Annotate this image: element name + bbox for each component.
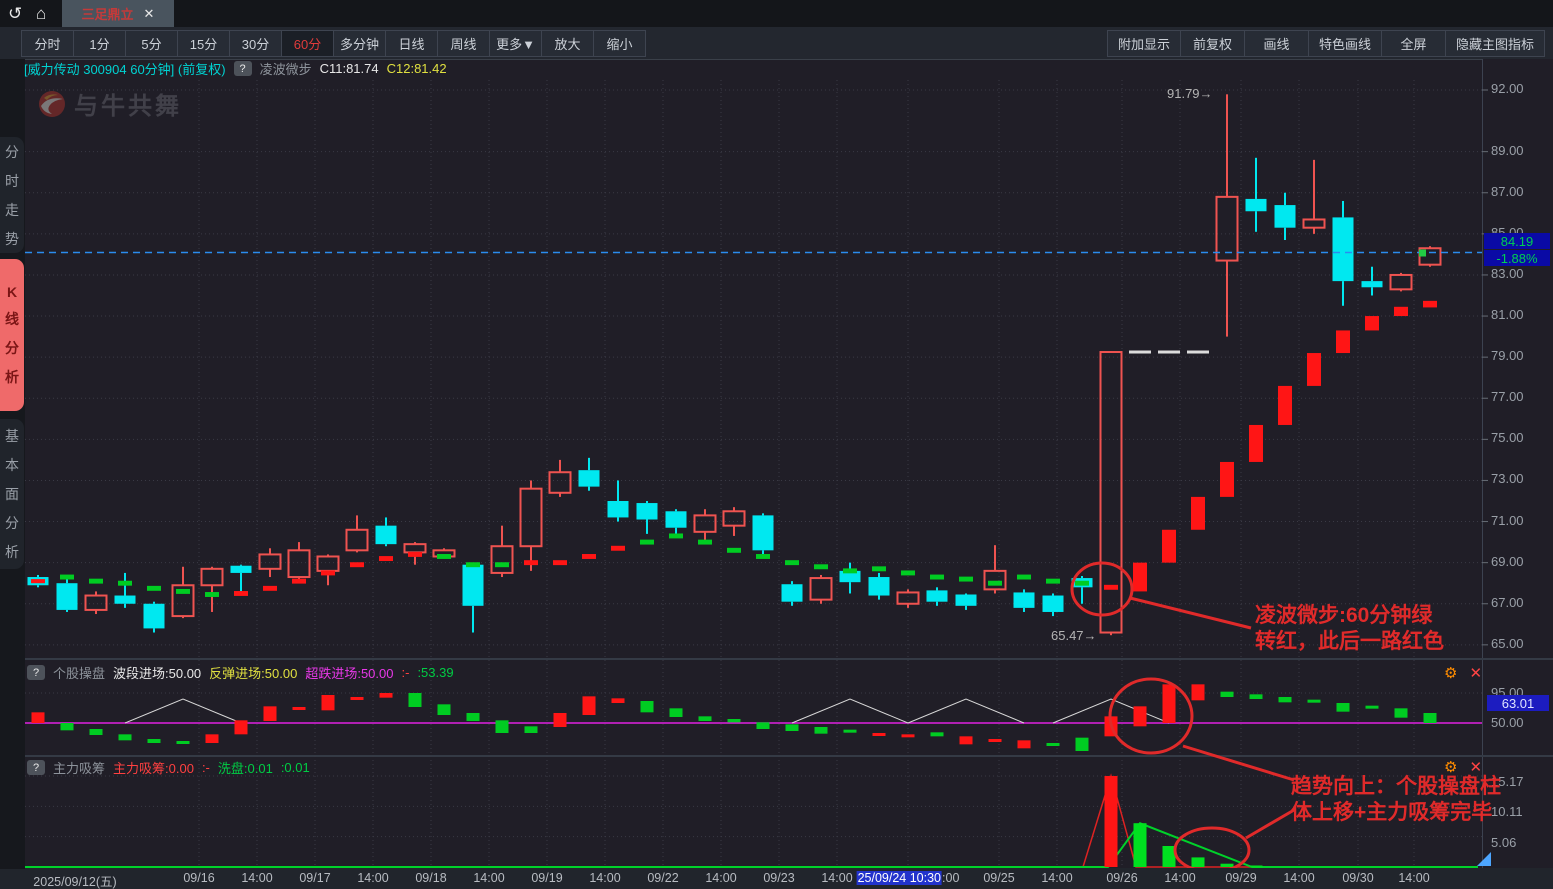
- time-label-09/26: 09/26: [1106, 871, 1137, 885]
- change-percent-badge: -1.88%: [1484, 250, 1550, 266]
- annotation-note-2-line1: 趋势向上：个股操盘柱: [1291, 774, 1501, 800]
- symbol-label: [威力传动 300904 60分钟] (前复权): [24, 59, 226, 78]
- time-label-09/30: 09/30: [1342, 871, 1373, 885]
- chart-canvas: [0, 0, 1553, 889]
- time-label-14:00: 14:00: [1283, 871, 1314, 885]
- indicator-c11-value: C11:81.74: [320, 61, 379, 76]
- time-label-09/16: 09/16: [183, 871, 214, 885]
- price-tick-71.00: 71.00: [1491, 513, 1524, 528]
- time-label-09/25: 09/25: [983, 871, 1014, 885]
- panel3-field3: 洗盘:0.01: [218, 758, 273, 777]
- time-label-25/09/24 10:30: 25/09/24 10:30:00: [857, 871, 960, 885]
- annotation-note-1: 凌波微步:60分钟绿 转红，此后一路红色: [1255, 603, 1444, 655]
- panel2-name: 个股操盘: [53, 663, 105, 682]
- price-tick-87.00: 87.00: [1491, 184, 1524, 199]
- indicator-name: 凌波微步: [260, 59, 312, 78]
- info-bar: [威力传动 300904 60分钟] (前复权) ? 凌波微步 C11:81.7…: [24, 59, 447, 78]
- arrow-right-icon: →: [1200, 86, 1213, 101]
- panel2-field1: 波段进场:50.00: [113, 663, 201, 682]
- low-price-value: 65.47: [1051, 628, 1084, 643]
- time-axis: 2025/09/12(五) 09/16 14:00 09/17 14:00 09/18 14…: [0, 868, 1553, 889]
- panel2-field2: 反弹进场:50.00: [209, 663, 297, 682]
- indicator-c12-value: C12:81.42: [387, 61, 447, 76]
- panel3-tick-5.06: 5.06: [1491, 835, 1516, 850]
- price-tick-73.00: 73.00: [1491, 471, 1524, 486]
- price-tick-92.00: 92.00: [1491, 81, 1524, 96]
- gegu-caopan-layer: [25, 684, 1482, 751]
- price-tick-89.00: 89.00: [1491, 143, 1524, 158]
- zhuli-xichou-header: ? 主力吸筹 主力吸筹:0.00 :- 洗盘:0.01 :0.01: [27, 758, 310, 777]
- gear-icon[interactable]: ⚙: [1444, 664, 1457, 682]
- arrow-right-icon: →: [1084, 628, 1097, 643]
- time-label-2025/09/12(五): 2025/09/12(五): [33, 871, 116, 889]
- time-label-14:00: 14:00: [821, 871, 852, 885]
- lingbo-weibu-layer: [31, 301, 1437, 597]
- time-label-14:00: 14:00: [241, 871, 272, 885]
- panel3-field2: :-: [202, 760, 210, 775]
- current-price-badge: 84.19: [1484, 233, 1550, 249]
- annotation-note-1-line2: 转红，此后一路红色: [1255, 629, 1444, 655]
- panel2-field5: :53.39: [417, 665, 453, 680]
- low-price-marker: 65.47→: [1051, 628, 1097, 643]
- time-label-14:00: 14:00: [1041, 871, 1072, 885]
- price-tick-77.00: 77.00: [1491, 389, 1524, 404]
- panel3-field4: :0.01: [281, 760, 310, 775]
- panel2-field3: 超跌进场:50.00: [305, 663, 393, 682]
- panel2-controls: ⚙ ✕: [1444, 664, 1482, 682]
- time-label-14:00: 14:00: [1398, 871, 1429, 885]
- price-tick-83.00: 83.00: [1491, 266, 1524, 281]
- time-label-14:00: 14:00: [589, 871, 620, 885]
- grid-layer: [25, 80, 1482, 866]
- price-tick-65.00: 65.00: [1491, 636, 1524, 651]
- stock-app-window: ↺ ⌂ 三足鼎立 ✕ 分时1分5分15分30分60分多分钟日线周线更多▼放大缩小…: [0, 0, 1553, 889]
- close-icon[interactable]: ✕: [1469, 664, 1482, 682]
- price-tick-67.00: 67.00: [1491, 595, 1524, 610]
- help-icon[interactable]: ?: [234, 61, 252, 76]
- panel2-field4: :-: [401, 665, 409, 680]
- help-icon[interactable]: ?: [27, 760, 45, 775]
- time-label-09/18: 09/18: [415, 871, 446, 885]
- current-price-dot: [1419, 249, 1426, 256]
- panel2-current-value-badge: 63.01: [1487, 695, 1549, 711]
- candles-layer: [28, 94, 1441, 635]
- help-icon[interactable]: ?: [27, 665, 45, 680]
- annotation-note-2-line2: 体上移+主力吸筹完毕: [1291, 800, 1501, 826]
- time-label-14:00: 14:00: [473, 871, 504, 885]
- price-tick-79.00: 79.00: [1491, 348, 1524, 363]
- sidebar-tab-分时走势[interactable]: 分时走势: [0, 137, 24, 253]
- panel2-tick-50.00: 50.00: [1491, 715, 1524, 730]
- time-label-14:00: 14:00: [1164, 871, 1195, 885]
- annotation-note-2: 趋势向上：个股操盘柱 体上移+主力吸筹完毕: [1291, 774, 1501, 826]
- annotation-note-1-line1: 凌波微步:60分钟绿: [1255, 603, 1444, 629]
- time-label-09/23: 09/23: [763, 871, 794, 885]
- high-price-marker: 91.79→: [1167, 86, 1213, 101]
- price-tick-69.00: 69.00: [1491, 554, 1524, 569]
- time-label-09/22: 09/22: [647, 871, 678, 885]
- corner-triangle-icon: [1477, 852, 1491, 866]
- time-label-09/17: 09/17: [299, 871, 330, 885]
- left-sidebar: 分时走势 K线分析基本面分析: [0, 59, 25, 869]
- high-price-value: 91.79: [1167, 86, 1200, 101]
- sidebar-tab-K线分析[interactable]: K线分析: [0, 259, 24, 411]
- price-tick-81.00: 81.00: [1491, 307, 1524, 322]
- gegu-caopan-header: ? 个股操盘 波段进场:50.00 反弹进场:50.00 超跌进场:50.00 …: [27, 663, 454, 682]
- price-tick-75.00: 75.00: [1491, 430, 1524, 445]
- sidebar-tab-基本面分析[interactable]: 基本面分析: [0, 419, 24, 569]
- time-label-09/29: 09/29: [1225, 871, 1256, 885]
- time-label-14:00: 14:00: [705, 871, 736, 885]
- time-label-09/19: 09/19: [531, 871, 562, 885]
- panel3-name: 主力吸筹: [53, 758, 105, 777]
- panel3-field1: 主力吸筹:0.00: [113, 758, 194, 777]
- time-label-14:00: 14:00: [357, 871, 388, 885]
